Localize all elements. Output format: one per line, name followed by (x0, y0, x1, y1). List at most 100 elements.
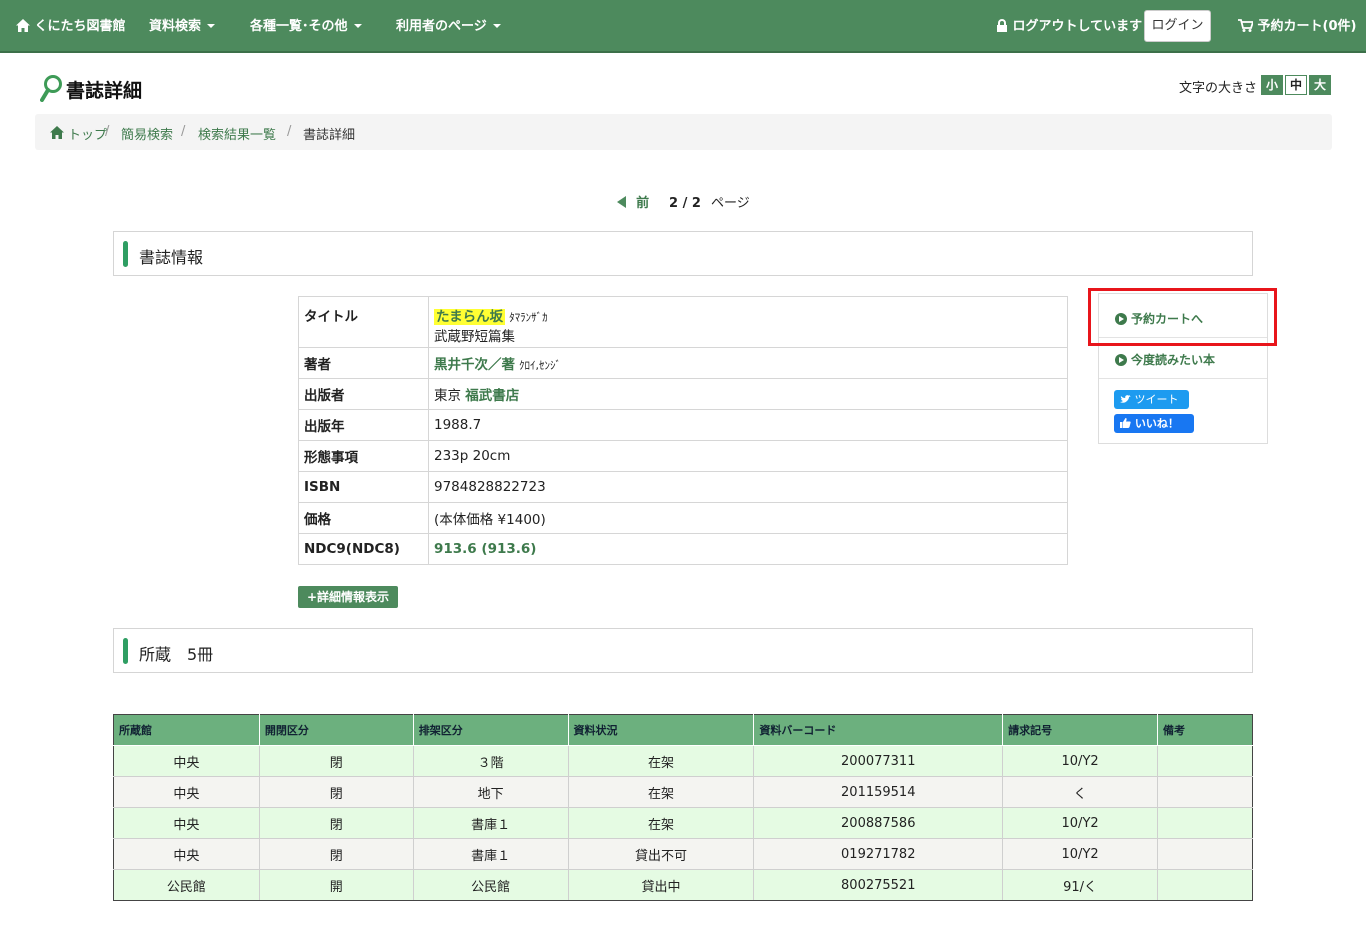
nav-cart[interactable]: 予約カート(0件) (1238, 0, 1356, 53)
table-cell: ３階 (412, 745, 569, 777)
table-cell: 閉 (258, 745, 414, 777)
bib-key: NDC9(NDC8) (298, 533, 429, 565)
table-row: 中央 閉 書庫１ 在架 200887586 10/Y2 (113, 807, 1253, 839)
chevron-down-icon (492, 24, 501, 28)
logout-status-label: ログアウトしています (1012, 19, 1143, 34)
bib-value-ndc: 913.6 (913.6) (428, 533, 1068, 565)
nav-user-menu[interactable]: 利用者のページ (396, 0, 501, 53)
nav-cart-label: 予約カート(0件) (1257, 19, 1357, 34)
page-title-text: 書誌詳細 (66, 80, 143, 102)
column-header[interactable]: 備考 (1157, 714, 1253, 746)
column-header[interactable]: 資料状況 (567, 714, 755, 746)
bib-subtitle: 武蔵野短篇集 (434, 329, 515, 345)
lock-icon (997, 19, 1007, 32)
column-header[interactable]: 所蔵館 (113, 714, 260, 746)
table-cell: 10/Y2 (1002, 807, 1159, 839)
pager-status: 2 / 2 ページ (669, 192, 750, 211)
tweet-button[interactable]: ツイート (1114, 390, 1189, 409)
pager-prev[interactable]: 前 (617, 192, 650, 211)
table-cell: 貸出中 (567, 869, 755, 901)
breadcrumb-simple-search[interactable]: 簡易検索 (121, 124, 173, 143)
wishlist-label: 今度読みたい本 (1131, 353, 1216, 367)
column-header[interactable]: 資料バーコード (753, 714, 1004, 746)
table-cell: 中央 (113, 745, 260, 777)
holdings-header-row: 所蔵館 開閉区分 排架区分 資料状況 資料バーコード 請求記号 備考 (113, 714, 1253, 746)
nav-lists-menu[interactable]: 各種一覧･その他 (250, 0, 362, 53)
arrow-circle-right-icon (1115, 354, 1127, 366)
breadcrumb-separator: / (181, 124, 186, 139)
table-row: 公民館 開 公民館 貸出中 800275521 91/く (113, 869, 1253, 901)
bib-key: ISBN (298, 471, 429, 503)
bib-key: 出版年 (298, 409, 429, 441)
table-cell: 開 (258, 869, 414, 901)
table-cell: 91/く (1002, 869, 1159, 901)
bib-ndc-link[interactable]: 913.6 (913.6) (434, 541, 536, 557)
nav-search-menu[interactable]: 資料検索 (149, 0, 216, 53)
bib-key: 形態事項 (298, 440, 429, 472)
column-header[interactable]: 請求記号 (1002, 714, 1159, 746)
bib-section-heading: 書誌情報 (139, 248, 204, 267)
thumbs-up-icon (1120, 418, 1131, 428)
bib-table: タイトル たまらん坂 ﾀﾏﾗﾝｻﾞｶ 武蔵野短篇集 著者 黒井千次／著 ｸﾛｲ,ｾﾝ… (298, 296, 1068, 565)
table-cell: 201159514 (753, 776, 1004, 808)
bib-row-isbn: ISBN 9784828822723 (298, 471, 1068, 503)
like-button[interactable]: いいね！ (1114, 414, 1194, 433)
like-label: いいね！ (1134, 417, 1179, 430)
breadcrumb-current: 書誌詳細 (303, 128, 356, 143)
table-cell: 200887586 (753, 807, 1004, 839)
show-details-button[interactable]: +詳細情報表示 (298, 586, 398, 608)
bib-value-title: たまらん坂 ﾀﾏﾗﾝｻﾞｶ 武蔵野短篇集 (428, 296, 1068, 348)
bib-author-link[interactable]: 黒井千次／著 (434, 357, 515, 373)
nav-home[interactable]: くにたち図書館 (16, 0, 126, 53)
table-cell: 地下 (412, 776, 569, 808)
bib-value-publisher: 東京 福武書店 (428, 378, 1068, 410)
login-button[interactable]: ログイン (1144, 10, 1211, 42)
breadcrumb-separator: / (105, 124, 110, 139)
nav-user-label: 利用者のページ (396, 19, 487, 34)
holdings-section-header: 所蔵 5冊 (113, 628, 1253, 673)
pager-position: 2 / 2 (669, 196, 701, 211)
pager-prev-label: 前 (636, 196, 650, 211)
column-header[interactable]: 開閉区分 (258, 714, 414, 746)
pager-suffix: ページ (711, 196, 750, 211)
table-cell: 200077311 (753, 745, 1004, 777)
bib-publisher-link[interactable]: 福武書店 (465, 388, 519, 404)
table-row: 中央 閉 地下 在架 201159514 く (113, 776, 1253, 808)
table-cell: 中央 (113, 776, 260, 808)
table-cell: 書庫１ (412, 807, 569, 839)
chevron-down-icon (207, 24, 216, 28)
bib-value-author: 黒井千次／著 ｸﾛｲ,ｾﾝｼﾞ (428, 347, 1068, 379)
breadcrumb-top[interactable]: トップ (68, 124, 107, 143)
table-cell: 中央 (113, 807, 260, 839)
font-size-small-button[interactable]: 小 (1261, 75, 1283, 95)
nav-search-label: 資料検索 (149, 19, 202, 34)
breadcrumb: トップ / 簡易検索 / 検索結果一覧 / 書誌詳細 (35, 114, 1332, 150)
table-cell: 公民館 (113, 869, 260, 901)
bib-row-publisher: 出版者 東京 福武書店 (298, 378, 1068, 410)
breadcrumb-results[interactable]: 検索結果一覧 (198, 124, 276, 143)
bib-value-year: 1988.7 (428, 409, 1068, 441)
magnifier-icon (40, 75, 62, 102)
table-cell (1157, 838, 1253, 870)
table-row: 中央 閉 ３階 在架 200077311 10/Y2 (113, 745, 1253, 777)
table-cell: 800275521 (753, 869, 1004, 901)
table-cell: 10/Y2 (1002, 745, 1159, 777)
table-cell: 閉 (258, 776, 414, 808)
table-cell: 閉 (258, 807, 414, 839)
table-cell: 閉 (258, 838, 414, 870)
home-icon (16, 19, 30, 32)
bib-title-kana: ﾀﾏﾗﾝｻﾞｶ (509, 311, 548, 324)
nav-lists-label: 各種一覧･その他 (250, 19, 348, 34)
column-header[interactable]: 排架区分 (412, 714, 569, 746)
font-size-medium-button[interactable]: 中 (1285, 75, 1307, 95)
table-cell: 在架 (567, 776, 755, 808)
bib-key: 著者 (298, 347, 429, 379)
table-cell: 019271782 (753, 838, 1004, 870)
table-cell: 公民館 (412, 869, 569, 901)
wishlist-link[interactable]: 今度読みたい本 (1115, 351, 1215, 368)
cart-icon (1238, 19, 1255, 32)
bib-row-year: 出版年 1988.7 (298, 409, 1068, 441)
font-size-large-button[interactable]: 大 (1309, 75, 1331, 95)
table-cell: く (1002, 776, 1159, 808)
breadcrumb-separator: / (287, 124, 292, 139)
